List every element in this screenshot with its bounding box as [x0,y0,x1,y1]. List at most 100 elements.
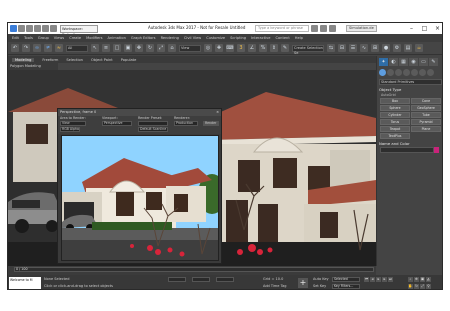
spinner-snap-icon[interactable]: ⇕ [270,44,278,52]
maximize-viewport-icon[interactable]: ⤢ [420,284,425,289]
minimize-button[interactable]: – [405,23,418,34]
next-frame-icon[interactable]: ▸ [382,277,387,282]
unlink-icon[interactable]: ≠ [44,44,52,52]
scale-icon[interactable]: ⤢ [157,44,165,52]
menu-item[interactable]: Help [295,36,303,40]
textplus-button[interactable]: TextPlus [380,133,410,139]
menu-item[interactable]: Civil View [184,36,201,40]
menu-item[interactable]: Customize [206,36,225,40]
tab-freeform[interactable]: Freeform [42,58,58,62]
hierarchy-tab-icon[interactable]: ▦ [399,58,408,66]
output-select[interactable]: Default Scanline [138,127,168,132]
rendered-frame-window[interactable]: Perspective, frame 0 × Area to Render: V… [57,108,222,264]
y-coordinate-field[interactable] [192,277,210,282]
rectangle-selection-icon[interactable]: □ [113,44,121,52]
schematic-view-icon[interactable]: ⊞ [371,44,379,52]
material-editor-icon[interactable]: ● [382,44,390,52]
cone-button[interactable]: Cone [411,98,441,104]
close-icon[interactable]: × [216,109,219,116]
renderer-select[interactable]: Production [174,121,198,126]
torus-button[interactable]: Torus [380,119,410,125]
orbit-icon[interactable]: ↻ [414,284,419,289]
walkthrough-icon[interactable]: ⚲ [426,284,431,289]
pivot-icon[interactable]: ◎ [204,44,212,52]
object-color-swatch[interactable] [434,147,439,153]
reference-coordinate-select[interactable]: View [179,44,201,52]
object-name-input[interactable] [380,147,439,153]
undo-icon[interactable] [42,25,49,32]
modify-tab-icon[interactable]: ◐ [389,58,398,66]
close-button[interactable]: × [431,23,442,34]
select-object-icon[interactable]: ↖ [91,44,99,52]
redo-icon[interactable]: ↷ [22,44,30,52]
menu-item[interactable]: Graph Editors [131,36,156,40]
go-to-start-icon[interactable]: ⏮ [364,277,369,282]
autogrid-checkbox[interactable]: AutoGrid [381,93,440,97]
shapes-icon[interactable] [387,69,394,76]
time-slider[interactable] [14,267,374,272]
tab-object-paint[interactable]: Object Paint [91,58,113,62]
lights-icon[interactable] [395,69,402,76]
menu-item[interactable]: Tools [24,36,33,40]
pyramid-button[interactable]: Pyramid [411,119,441,125]
window-crossing-icon[interactable]: ▣ [124,44,132,52]
align-icon[interactable]: ⊟ [338,44,346,52]
menu-item[interactable]: Group [38,36,49,40]
menu-item[interactable]: Modifiers [86,36,102,40]
mirror-icon[interactable]: ⇆ [327,44,335,52]
render-setup-icon[interactable]: ⚙ [393,44,401,52]
space-warps-icon[interactable] [419,69,426,76]
area-select[interactable]: View [60,121,86,126]
pan-icon[interactable]: ✋ [408,284,413,289]
edit-named-selection-icon[interactable]: ✎ [281,44,289,52]
viewport-select[interactable]: Perspective [102,121,132,126]
render-window-title-bar[interactable]: Perspective, frame 0 × [58,109,221,116]
selection-filter-select[interactable]: All [66,44,88,52]
menu-item[interactable]: Interactive [251,36,270,40]
tab-selection[interactable]: Selection [66,58,83,62]
create-tab-icon[interactable]: ✦ [379,58,388,66]
link-icon[interactable]: ∞ [33,44,41,52]
save-file-icon[interactable] [34,25,41,32]
object-type-heading[interactable]: Object Type [379,87,442,92]
named-selection-select[interactable]: Create Selection Se [292,44,324,55]
auto-key-label[interactable]: Auto Key [313,277,329,281]
render-production-icon[interactable]: ☕ [415,44,423,52]
workspace-select[interactable]: Workspace: Default [60,24,98,37]
maxscript-listener[interactable]: Welcome to M [9,277,41,289]
search-input[interactable]: Type a keyword or phrase [255,25,309,32]
placement-icon[interactable]: ⌂ [168,44,176,52]
x-coordinate-field[interactable] [168,277,186,282]
menu-item[interactable]: Animation [108,36,126,40]
perspective-viewport[interactable]: Perspective, frame 0 × Area to Render: V… [8,70,376,266]
set-key-plus-icon[interactable]: + [298,278,308,288]
go-to-end-icon[interactable]: ⏭ [388,277,393,282]
binoculars-icon[interactable] [311,25,318,32]
utilities-tab-icon[interactable]: ✎ [429,58,438,66]
ribbon-sub-label[interactable]: Polygon Modeling [8,63,58,70]
systems-icon[interactable] [427,69,434,76]
menu-item[interactable]: Rendering [161,36,179,40]
key-filters-button[interactable]: Key Filters... [332,284,360,289]
menu-item[interactable]: Content [275,36,289,40]
rendered-frame-window-icon[interactable]: ▤ [404,44,412,52]
sphere-button[interactable]: Sphere [380,105,410,111]
app-logo-icon[interactable] [10,25,17,32]
rotate-icon[interactable]: ↻ [146,44,154,52]
zoom-icon[interactable]: ⌕ [408,277,413,282]
motion-tab-icon[interactable]: ◉ [409,58,418,66]
menu-item[interactable]: Views [54,36,64,40]
open-file-icon[interactable] [26,25,33,32]
display-tab-icon[interactable]: ▭ [419,58,428,66]
geosphere-button[interactable]: GeoSphere [411,105,441,111]
tab-populate[interactable]: Populate [121,58,137,62]
layer-explorer-icon[interactable]: ☰ [349,44,357,52]
user-icon[interactable] [329,25,336,32]
star-icon[interactable] [320,25,327,32]
plane-button[interactable]: Plane [411,126,441,132]
name-and-color-heading[interactable]: Name and Color [379,141,442,146]
select-manipulate-icon[interactable]: ✚ [215,44,223,52]
tube-button[interactable]: Tube [411,112,441,118]
move-icon[interactable]: ✥ [135,44,143,52]
percent-snap-icon[interactable]: % [259,44,267,52]
